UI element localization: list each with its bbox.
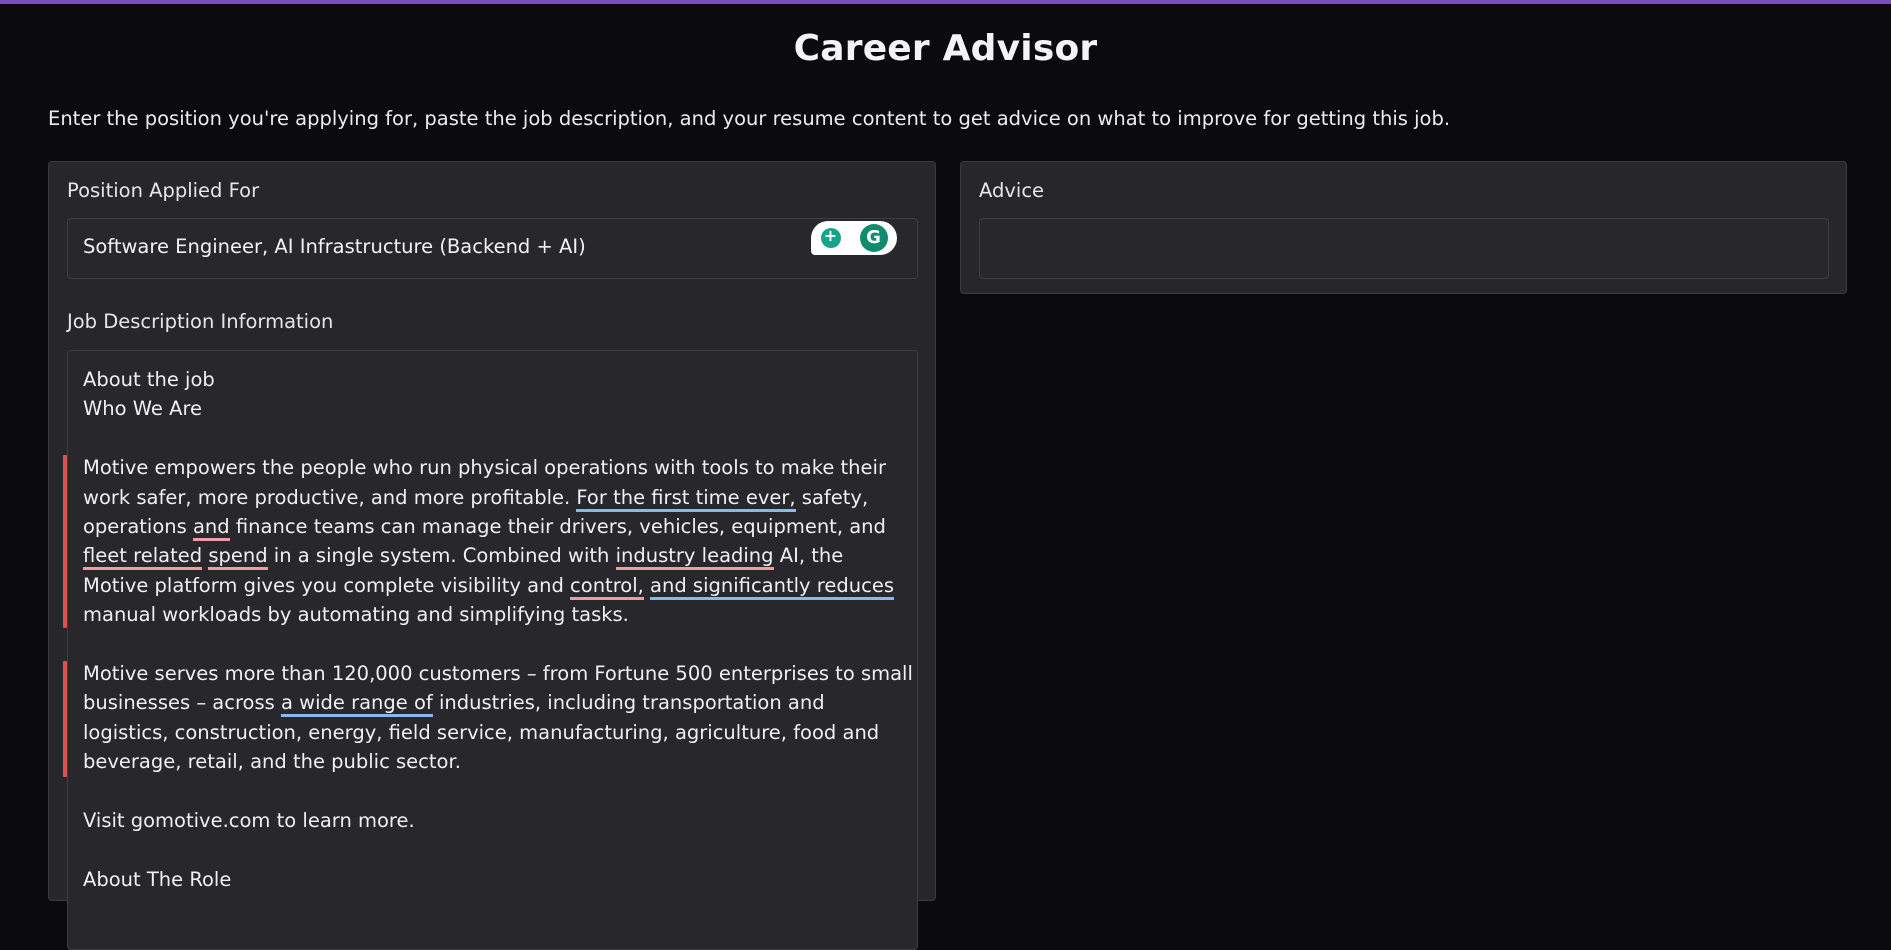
- position-input[interactable]: Software Engineer, AI Infrastructure (Ba…: [67, 218, 918, 279]
- top-accent-bar: [0, 0, 1891, 4]
- page-title: Career Advisor: [793, 28, 1098, 69]
- grammar-error[interactable]: fleet related: [83, 544, 203, 571]
- position-label: Position Applied For: [67, 179, 260, 202]
- jd-text-run: finance teams can manage their drivers, …: [229, 515, 886, 539]
- grammar-suggestion[interactable]: a wide range of: [281, 691, 433, 718]
- input-panel: Position Applied For Software Engineer, …: [48, 161, 936, 950]
- intro-text: Enter the position you're applying for, …: [48, 107, 1451, 130]
- job-description-textarea[interactable]: About the job Who We Are Motive empowers…: [63, 350, 918, 950]
- grammar-error[interactable]: spend: [208, 544, 268, 571]
- jd-text-run: manual workloads by automating and simpl…: [83, 603, 629, 627]
- grammarly-bulb-icon[interactable]: [820, 226, 841, 248]
- grammar-marker-bar: [63, 661, 67, 777]
- grammar-error[interactable]: and: [192, 515, 230, 542]
- grammar-suggestion[interactable]: For the first time ever,: [576, 485, 796, 512]
- job-description-text: About the job Who We Are Motive empowers…: [83, 365, 913, 924]
- advice-output[interactable]: [979, 218, 1829, 279]
- jd-line: Who We Are: [83, 397, 203, 421]
- advice-panel: Advice: [960, 161, 1847, 294]
- grammar-marker-bar: [63, 455, 67, 628]
- grammarly-logo-icon[interactable]: G: [859, 224, 888, 252]
- job-description-label: Job Description Information: [67, 310, 334, 333]
- grammarly-widget[interactable]: G: [811, 221, 897, 255]
- jd-line: About the job: [83, 368, 215, 391]
- grammar-error[interactable]: industry leading: [615, 544, 774, 571]
- jd-paragraph: Visit gomotive.com to learn more.: [83, 809, 415, 833]
- jd-text-run: in a single system. Combined with: [267, 544, 616, 568]
- grammar-suggestion[interactable]: and significantly reduces: [650, 573, 894, 600]
- grammar-error[interactable]: control,: [570, 573, 644, 600]
- advice-label: Advice: [979, 179, 1045, 202]
- jd-paragraph: About The Role: [83, 867, 232, 891]
- position-input-value: Software Engineer, AI Infrastructure (Ba…: [83, 235, 586, 258]
